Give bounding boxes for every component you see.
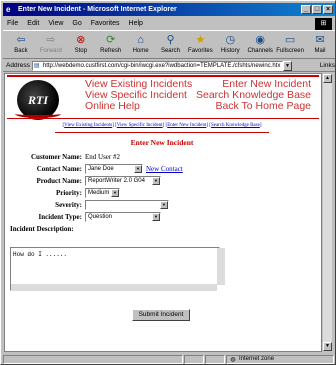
priority-select[interactable]: Medium ▼ <box>85 188 120 198</box>
channels-button[interactable]: ◉ Channels <box>245 31 275 59</box>
incident-description-textarea[interactable]: How do I ...... <box>10 247 225 291</box>
link-view-specific-incident[interactable]: View Specific Incident <box>117 123 163 128</box>
search-icon: ⚲ <box>166 34 175 46</box>
refresh-icon: ⟳ <box>106 34 116 46</box>
forward-arrow-icon: ⇨ <box>46 34 56 46</box>
window-title: Enter New Incident - Microsoft Internet … <box>18 6 177 13</box>
forward-button[interactable]: ⇨ Forward <box>36 31 66 59</box>
stop-button[interactable]: ⊗ Stop <box>66 31 96 59</box>
chevron-down-icon: ▼ <box>111 189 119 197</box>
page-icon: ▤ <box>33 62 40 69</box>
zone-label: Internet zone <box>239 356 275 362</box>
address-label: Address <box>6 62 30 69</box>
refresh-button[interactable]: ⟳ Refresh <box>96 31 126 59</box>
menu-go[interactable]: Go <box>72 20 81 27</box>
ie-logo-icon: e <box>6 5 11 14</box>
windows-logo-icon: ⊞ <box>315 18 332 30</box>
address-input[interactable]: ▤ http://webdemo.custfirst.com/cgi-bin/i… <box>31 60 284 71</box>
priority-label: Priority: <box>55 189 82 197</box>
link-search-knowledge-base[interactable]: Search Knowledge Base <box>211 123 260 128</box>
page-title: Enter New Incident <box>130 138 194 147</box>
status-panel <box>184 354 204 364</box>
home-button[interactable]: ⌂ Home <box>126 31 156 59</box>
menu-help[interactable]: Help <box>129 20 143 27</box>
vertical-scrollbar[interactable]: ▲ ▼ <box>322 73 333 352</box>
menu-favorites[interactable]: Favorites <box>91 20 120 27</box>
text-links: [View Existing Incidents] [View Specific… <box>62 123 262 128</box>
toolbar: ⇦ Back ⇨ Forward ⊗ Stop ⟳ Refresh ⌂ Home ⚲ Sea… <box>3 30 335 59</box>
nav-back-to-home-page[interactable]: Back To Home Page <box>215 101 311 112</box>
incident-type-label: Incident Type: <box>38 213 83 221</box>
stop-icon: ⊗ <box>76 34 86 46</box>
textarea-horizontal-scrollbar[interactable] <box>11 284 217 291</box>
nav-online-help[interactable]: Online Help <box>85 101 140 112</box>
contact-name-label: Contact Name: <box>36 165 82 173</box>
fullscreen-button[interactable]: ▭ Fullscreen <box>275 31 305 59</box>
product-name-label: Product Name: <box>36 177 82 185</box>
history-button[interactable]: ◷ History <box>215 31 245 59</box>
chevron-down-icon: ▼ <box>152 213 160 221</box>
browser-window: e Enter New Incident - Microsoft Interne… <box>0 0 336 365</box>
top-divider <box>7 75 319 77</box>
favorites-button[interactable]: ★ Favorites <box>185 31 215 59</box>
new-contact-link[interactable]: New Contact <box>146 165 183 173</box>
history-icon: ◷ <box>225 34 236 46</box>
status-text-panel <box>3 354 183 364</box>
customer-name-label: Customer Name: <box>31 153 82 161</box>
severity-label: Severity: <box>55 201 82 209</box>
incident-description-label: Incident Description: <box>10 225 74 233</box>
favorites-icon: ★ <box>195 34 206 46</box>
submit-incident-button[interactable]: Submit Incident <box>132 309 190 321</box>
menu-bar: File Edit View Go Favorites Help <box>3 17 335 29</box>
severity-select[interactable]: ▼ <box>85 200 169 210</box>
customer-name-value: End User #2 <box>85 153 120 161</box>
scroll-down-arrow-icon[interactable]: ▼ <box>323 342 332 351</box>
menu-file[interactable]: File <box>7 20 18 27</box>
link-view-existing-incidents[interactable]: View Existing Incidents <box>64 123 112 128</box>
page-content: RTI View Existing Incidents View Specifi… <box>4 73 322 352</box>
status-bar: ◍ Internet zone <box>3 354 335 364</box>
address-bar: Address ▤ http://webdemo.custfirst.com/c… <box>3 60 335 72</box>
chevron-down-icon: ▼ <box>152 177 160 185</box>
link-enter-new-incident[interactable]: Enter New Incident <box>167 123 206 128</box>
divider <box>55 132 269 133</box>
menu-edit[interactable]: Edit <box>27 20 39 27</box>
address-dropdown-button[interactable]: ▼ <box>283 60 292 71</box>
status-panel <box>205 354 225 364</box>
back-arrow-icon: ⇦ <box>16 34 26 46</box>
channels-icon: ◉ <box>255 34 265 46</box>
globe-icon: ◍ <box>230 356 236 363</box>
address-url: http://webdemo.custfirst.com/cgi-bin/iwc… <box>42 62 281 69</box>
maximize-button[interactable]: □ <box>312 5 322 14</box>
incident-type-select[interactable]: Question ▼ <box>85 212 161 222</box>
search-button[interactable]: ⚲ Search <box>156 31 186 59</box>
minimize-button[interactable]: _ <box>301 5 311 14</box>
close-button[interactable]: × <box>323 5 333 14</box>
product-name-select[interactable]: ReportWriter 2.0 G04 ▼ <box>85 176 161 186</box>
divider <box>7 118 319 119</box>
back-button[interactable]: ⇦ Back <box>6 31 36 59</box>
scroll-up-arrow-icon[interactable]: ▲ <box>323 74 332 83</box>
chevron-down-icon: ▼ <box>160 201 168 209</box>
title-bar: e Enter New Incident - Microsoft Interne… <box>3 3 335 16</box>
mail-icon: ✉ <box>315 34 325 46</box>
logo-swoosh <box>15 110 61 118</box>
fullscreen-icon: ▭ <box>284 34 296 46</box>
home-icon: ⌂ <box>137 34 144 46</box>
zone-panel: ◍ Internet zone <box>226 354 334 364</box>
mail-button[interactable]: ✉ Mail <box>305 31 335 59</box>
contact-name-select[interactable]: Jane Doe ▼ <box>85 164 143 174</box>
chevron-down-icon: ▼ <box>134 165 142 173</box>
links-button[interactable]: Links <box>320 62 335 69</box>
textarea-vertical-scrollbar[interactable] <box>217 248 225 285</box>
menu-view[interactable]: View <box>48 20 63 27</box>
